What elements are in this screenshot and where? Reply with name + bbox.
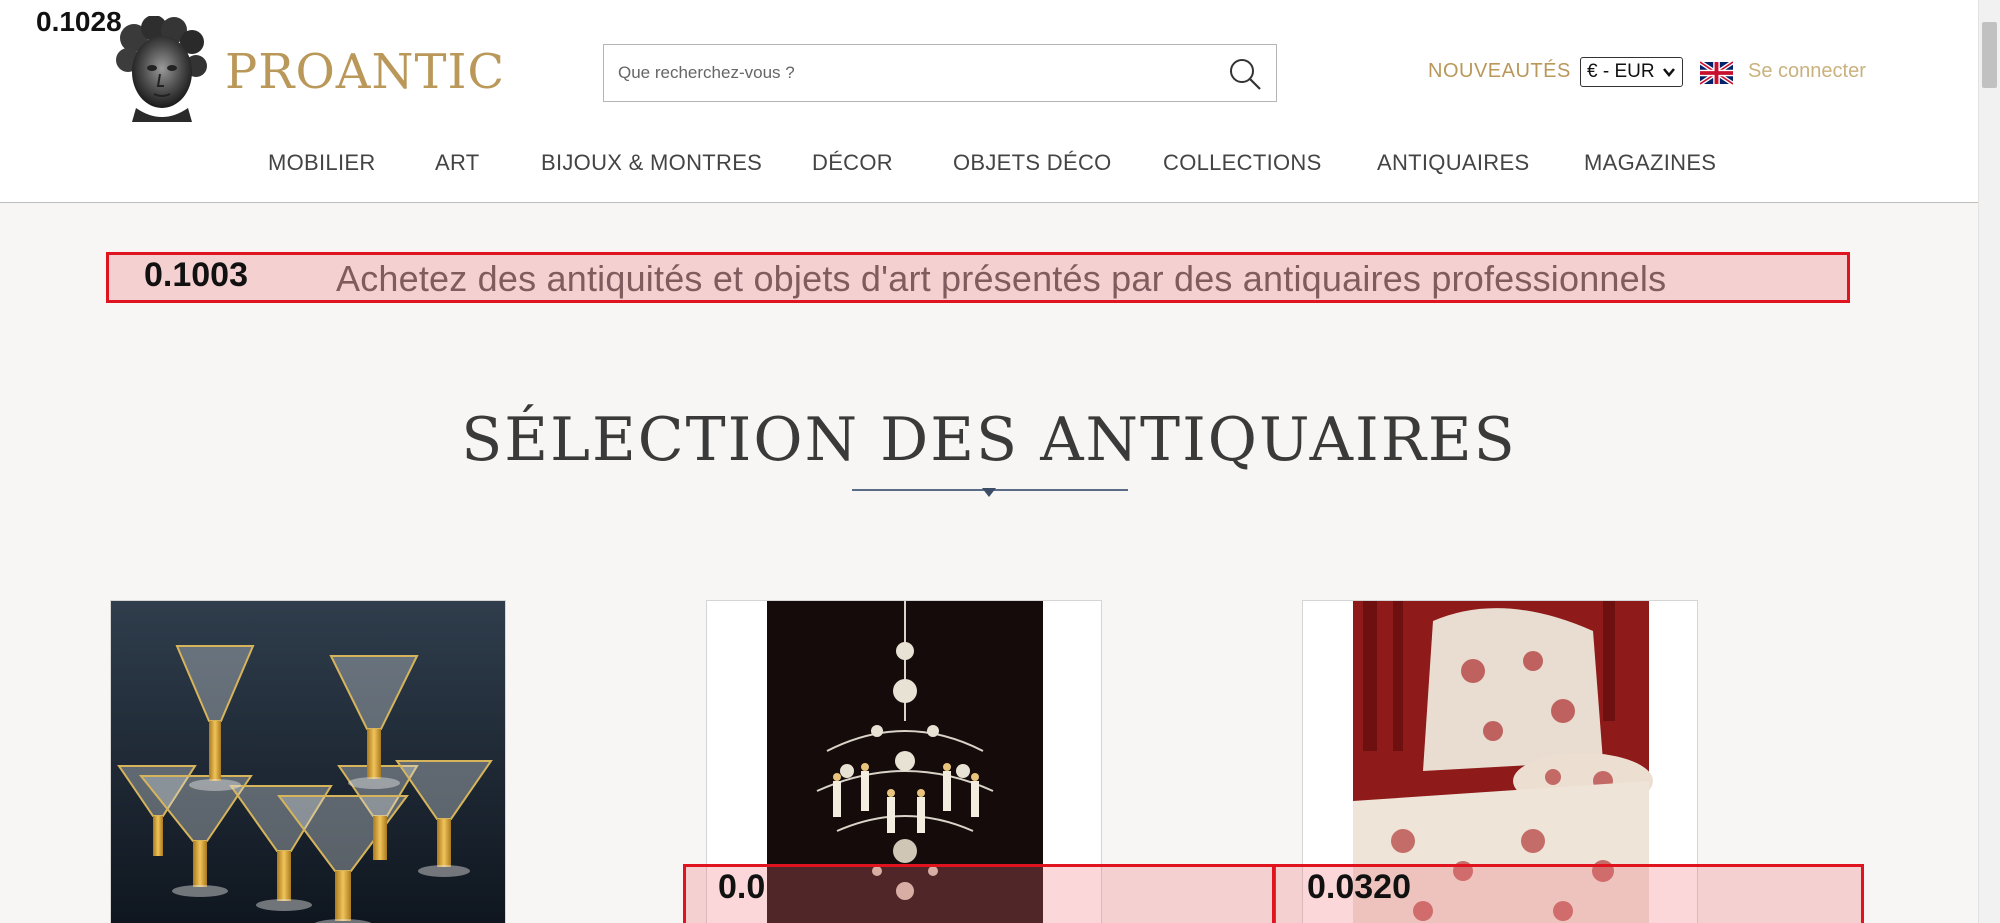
uk-flag-icon[interactable]: [1698, 60, 1735, 86]
site-header: PROANTIC NOUVEAUTÉS € - EUR Se connecter…: [0, 0, 1978, 203]
nav-item-bijoux-montres[interactable]: BIJOUX & MONTRES: [541, 150, 762, 176]
nav-item-art[interactable]: ART: [435, 150, 480, 176]
nav-item-collections[interactable]: COLLECTIONS: [1163, 150, 1322, 176]
score-label-card3: 0.0320: [1307, 868, 1411, 906]
chevron-down-icon: [1662, 58, 1676, 96]
nav-item-magazines[interactable]: MAGAZINES: [1584, 150, 1716, 176]
nouveautes-link[interactable]: NOUVEAUTÉS: [1428, 60, 1571, 83]
currency-select[interactable]: € - EUR: [1580, 57, 1683, 87]
currency-value: € - EUR: [1587, 61, 1655, 82]
product-card[interactable]: [110, 600, 506, 923]
score-label-top-left: 0.1028: [36, 6, 122, 37]
brand-logo-text[interactable]: PROANTIC: [225, 44, 505, 100]
title-divider-tip: [982, 488, 996, 497]
nav-item-objets-deco[interactable]: OBJETS DÉCO: [953, 150, 1112, 176]
score-label-card2: 0.0: [718, 868, 766, 906]
search-icon[interactable]: [1228, 57, 1262, 91]
scrollbar-track[interactable]: [1978, 0, 2000, 923]
tagline-overlay-box: [106, 252, 1850, 303]
card2-overlay-box: [683, 864, 1276, 923]
main-nav: MOBILIER ART BIJOUX & MONTRES DÉCOR OBJE…: [0, 150, 1978, 180]
product-image-glasses: [111, 601, 505, 923]
login-link[interactable]: Se connecter: [1748, 60, 1866, 83]
search-box: [603, 44, 1277, 102]
scrollbar-thumb[interactable]: [1982, 22, 1997, 88]
score-label-tagline: 0.1003: [144, 256, 248, 294]
section-title: SÉLECTION DES ANTIQUAIRES: [461, 405, 1517, 475]
logo-bust-icon[interactable]: [112, 15, 210, 122]
nav-item-antiquaires[interactable]: ANTIQUAIRES: [1377, 150, 1529, 176]
search-input[interactable]: [618, 45, 1198, 101]
nav-item-mobilier[interactable]: MOBILIER: [268, 150, 376, 176]
nav-item-decor[interactable]: DÉCOR: [812, 150, 893, 176]
